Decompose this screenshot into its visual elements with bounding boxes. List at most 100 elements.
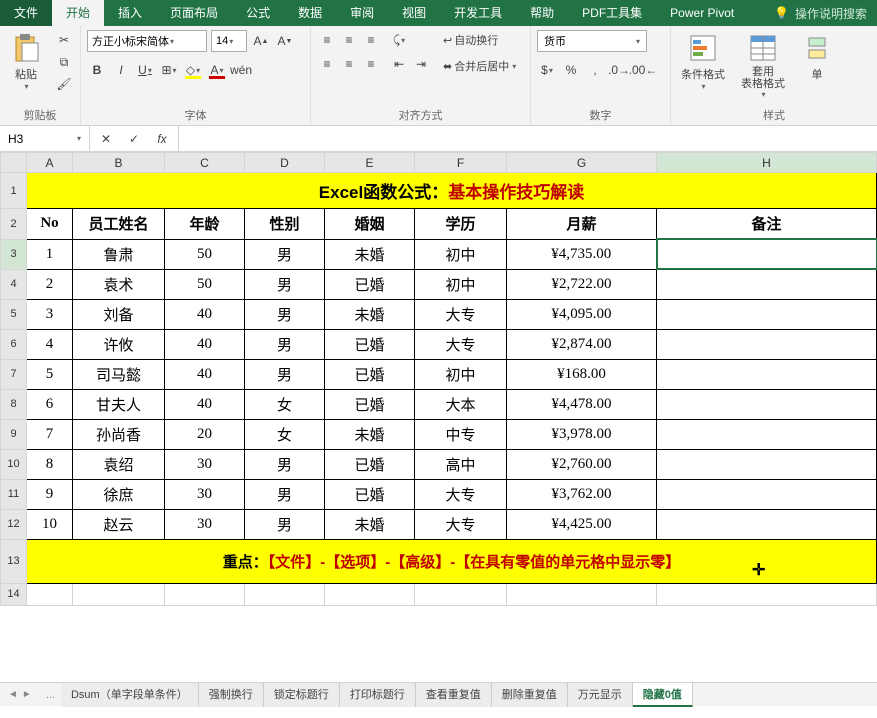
row-head-8[interactable]: 8 xyxy=(1,389,27,419)
cell-B14[interactable] xyxy=(73,583,165,605)
increase-indent-button[interactable]: ⇥ xyxy=(411,54,431,74)
align-center-button[interactable]: ≡ xyxy=(339,54,359,74)
cell-H9[interactable] xyxy=(657,419,877,449)
cell-H5[interactable] xyxy=(657,299,877,329)
sheet-tab-1[interactable]: 强制换行 xyxy=(199,683,264,707)
cell-G4[interactable]: ¥2,722.00 xyxy=(507,269,657,299)
cell-B6[interactable]: 许攸 xyxy=(73,329,165,359)
sheet-tab-0[interactable]: Dsum（单字段单条件） xyxy=(61,683,199,707)
cell-G7[interactable]: ¥168.00 xyxy=(507,359,657,389)
cell-H12[interactable] xyxy=(657,509,877,539)
cell-A14[interactable] xyxy=(27,583,73,605)
title-cell[interactable]: Excel函数公式：基本操作技巧解读 xyxy=(27,173,877,209)
cell-C11[interactable]: 30 xyxy=(165,479,245,509)
cell-B9[interactable]: 孙尚香 xyxy=(73,419,165,449)
align-bottom-button[interactable]: ≡ xyxy=(361,30,381,50)
header-3[interactable]: 性别 xyxy=(245,209,325,240)
cell-F12[interactable]: 大专 xyxy=(415,509,507,539)
cell-E12[interactable]: 未婚 xyxy=(325,509,415,539)
cell-B3[interactable]: 鲁肃 xyxy=(73,239,165,269)
cell-F9[interactable]: 中专 xyxy=(415,419,507,449)
cell-E4[interactable]: 已婚 xyxy=(325,269,415,299)
cell-G3[interactable]: ¥4,735.00 xyxy=(507,239,657,269)
format-painter-button[interactable]: 🖌 xyxy=(54,74,74,94)
comma-button[interactable]: , xyxy=(585,60,605,80)
cell-E8[interactable]: 已婚 xyxy=(325,389,415,419)
cell-F11[interactable]: 大专 xyxy=(415,479,507,509)
cell-A12[interactable]: 10 xyxy=(27,509,73,539)
row-head-2[interactable]: 2 xyxy=(1,209,27,240)
cell-H3[interactable] xyxy=(657,239,877,269)
bold-button[interactable]: B xyxy=(87,60,107,80)
cell-G11[interactable]: ¥3,762.00 xyxy=(507,479,657,509)
cell-H11[interactable] xyxy=(657,479,877,509)
select-all-corner[interactable] xyxy=(1,153,27,173)
tab-layout[interactable]: 页面布局 xyxy=(156,0,232,26)
cell-B11[interactable]: 徐庶 xyxy=(73,479,165,509)
cell-C9[interactable]: 20 xyxy=(165,419,245,449)
cell-E10[interactable]: 已婚 xyxy=(325,449,415,479)
cell-G12[interactable]: ¥4,425.00 xyxy=(507,509,657,539)
name-box[interactable]: H3▾ xyxy=(0,126,90,151)
cell-H4[interactable] xyxy=(657,269,877,299)
col-head-C[interactable]: C xyxy=(165,153,245,173)
footnote-cell[interactable]: 重点：【文件】-【选项】-【高级】-【在具有零值的单元格中显示零】 xyxy=(27,539,877,583)
col-head-E[interactable]: E xyxy=(325,153,415,173)
align-top-button[interactable]: ≡ xyxy=(317,30,337,50)
cell-A7[interactable]: 5 xyxy=(27,359,73,389)
decrease-decimal-button[interactable]: .00← xyxy=(633,60,653,80)
cell-H8[interactable] xyxy=(657,389,877,419)
cell-D7[interactable]: 男 xyxy=(245,359,325,389)
merge-center-button[interactable]: ⬌合并后居中▾ xyxy=(439,56,520,76)
col-head-B[interactable]: B xyxy=(73,153,165,173)
fill-color-button[interactable]: ◇▾ xyxy=(183,60,203,80)
cell-A6[interactable]: 4 xyxy=(27,329,73,359)
sheet-tab-2[interactable]: 锁定标题行 xyxy=(264,683,340,707)
cell-E7[interactable]: 已婚 xyxy=(325,359,415,389)
align-right-button[interactable]: ≡ xyxy=(361,54,381,74)
cancel-formula-button[interactable]: ✕ xyxy=(96,129,116,149)
wrap-text-button[interactable]: ↩自动换行 xyxy=(439,30,520,50)
cell-B12[interactable]: 赵云 xyxy=(73,509,165,539)
cell-D4[interactable]: 男 xyxy=(245,269,325,299)
tab-powerpivot[interactable]: Power Pivot xyxy=(656,0,748,26)
cell-A9[interactable]: 7 xyxy=(27,419,73,449)
tab-view[interactable]: 视图 xyxy=(388,0,440,26)
cell-D5[interactable]: 男 xyxy=(245,299,325,329)
sheet-grid[interactable]: ABCDEFGH1Excel函数公式：基本操作技巧解读2No员工姓名年龄性别婚姻… xyxy=(0,152,877,682)
cell-G10[interactable]: ¥2,760.00 xyxy=(507,449,657,479)
cell-F6[interactable]: 大专 xyxy=(415,329,507,359)
decrease-font-button[interactable]: A▼ xyxy=(275,31,295,51)
cell-F7[interactable]: 初中 xyxy=(415,359,507,389)
cell-D9[interactable]: 女 xyxy=(245,419,325,449)
percent-button[interactable]: % xyxy=(561,60,581,80)
cell-D3[interactable]: 男 xyxy=(245,239,325,269)
phonetic-button[interactable]: wén xyxy=(231,60,251,80)
cell-D11[interactable]: 男 xyxy=(245,479,325,509)
sheet-tab-4[interactable]: 查看重复值 xyxy=(416,683,492,707)
align-middle-button[interactable]: ≡ xyxy=(339,30,359,50)
cell-F3[interactable]: 初中 xyxy=(415,239,507,269)
number-format-combo[interactable]: 货币▾ xyxy=(537,30,647,52)
cell-F4[interactable]: 初中 xyxy=(415,269,507,299)
row-head-7[interactable]: 7 xyxy=(1,359,27,389)
increase-font-button[interactable]: A▲ xyxy=(251,31,271,51)
italic-button[interactable]: I xyxy=(111,60,131,80)
row-head-1[interactable]: 1 xyxy=(1,173,27,209)
tab-pdf[interactable]: PDF工具集 xyxy=(568,0,656,26)
currency-button[interactable]: $▾ xyxy=(537,60,557,80)
cell-E3[interactable]: 未婚 xyxy=(325,239,415,269)
cell-D6[interactable]: 男 xyxy=(245,329,325,359)
header-4[interactable]: 婚姻 xyxy=(325,209,415,240)
cell-A8[interactable]: 6 xyxy=(27,389,73,419)
cell-H10[interactable] xyxy=(657,449,877,479)
col-head-F[interactable]: F xyxy=(415,153,507,173)
cell-A5[interactable]: 3 xyxy=(27,299,73,329)
tab-formulas[interactable]: 公式 xyxy=(232,0,284,26)
cell-G14[interactable] xyxy=(507,583,657,605)
cell-A11[interactable]: 9 xyxy=(27,479,73,509)
cell-F5[interactable]: 大专 xyxy=(415,299,507,329)
row-head-9[interactable]: 9 xyxy=(1,419,27,449)
cut-button[interactable]: ✂ xyxy=(54,30,74,50)
cell-D14[interactable] xyxy=(245,583,325,605)
